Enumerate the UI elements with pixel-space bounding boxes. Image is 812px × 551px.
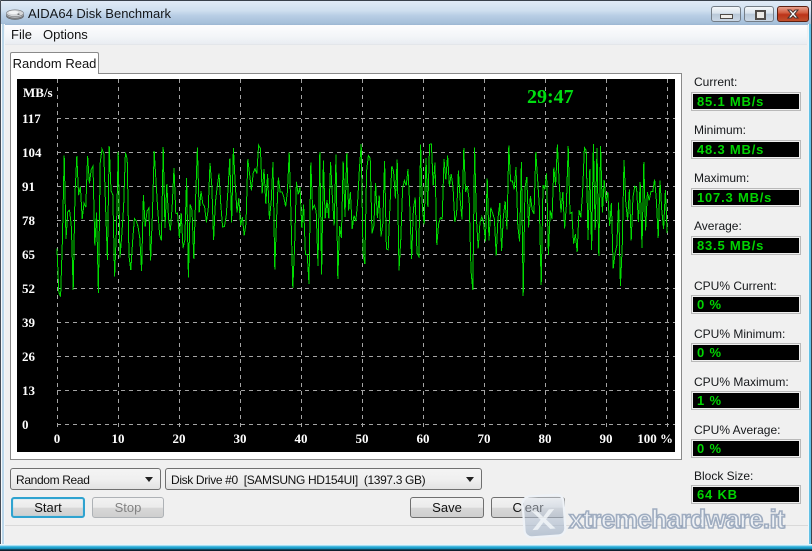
svg-text:100 %: 100 % xyxy=(637,431,673,446)
svg-text:39: 39 xyxy=(22,315,36,330)
svg-text:50: 50 xyxy=(356,431,369,446)
svg-text:52: 52 xyxy=(22,281,35,296)
svg-text:20: 20 xyxy=(173,431,186,446)
svg-text:29:47: 29:47 xyxy=(527,86,574,108)
svg-text:65: 65 xyxy=(22,247,36,262)
svg-text:0: 0 xyxy=(22,417,29,432)
svg-text:13: 13 xyxy=(22,383,36,398)
svg-text:70: 70 xyxy=(478,431,491,446)
svg-text:91: 91 xyxy=(22,179,35,194)
svg-text:104: 104 xyxy=(22,145,42,160)
svg-text:117: 117 xyxy=(22,111,41,126)
svg-text:10: 10 xyxy=(112,431,125,446)
svg-text:26: 26 xyxy=(22,349,36,364)
svg-text:0: 0 xyxy=(54,431,61,446)
svg-text:60: 60 xyxy=(417,431,430,446)
svg-text:40: 40 xyxy=(295,431,308,446)
svg-text:MB/s: MB/s xyxy=(23,85,53,100)
svg-text:80: 80 xyxy=(539,431,552,446)
svg-text:30: 30 xyxy=(234,431,247,446)
svg-text:78: 78 xyxy=(22,213,36,228)
svg-text:90: 90 xyxy=(600,431,613,446)
